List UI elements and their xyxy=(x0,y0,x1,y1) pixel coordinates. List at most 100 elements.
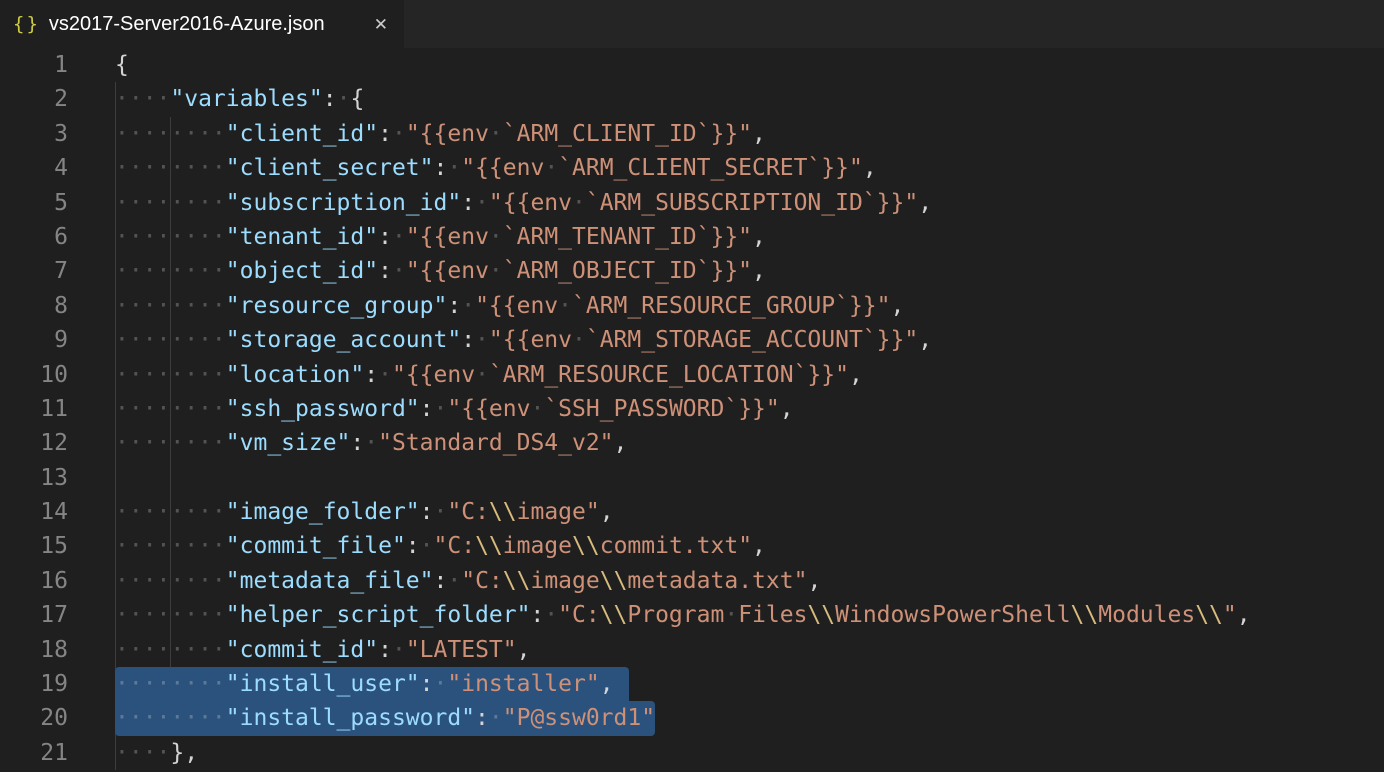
code-line[interactable]: 1{ xyxy=(0,48,1384,82)
token: , xyxy=(600,499,614,525)
code-line[interactable]: 11········"ssh_password":·"{{env·`SSH_PA… xyxy=(0,392,1384,426)
code-line[interactable]: 16········"metadata_file":·"C:\\image\\m… xyxy=(0,564,1384,598)
whitespace-dots: ········ xyxy=(115,190,226,216)
code-line[interactable]: 19 ········"install_user":·"installer", xyxy=(0,667,1384,701)
code-line[interactable]: 8 ········"resource_group":·"{{env·`ARM_R… xyxy=(0,289,1384,323)
whitespace-dots: · xyxy=(447,568,461,594)
line-number[interactable]: 6 xyxy=(0,220,68,254)
token: , xyxy=(807,568,821,594)
token: \\ xyxy=(489,499,517,525)
code-line[interactable]: 6········"tenant_id":·"{{env·`ARM_TENANT… xyxy=(0,220,1384,254)
code-line[interactable]: 13 xyxy=(0,461,1384,495)
token: "installer" xyxy=(447,671,599,697)
code-content: ········"commit_file":·"C:\\image\\commi… xyxy=(115,529,1384,563)
whitespace-dots: · xyxy=(530,396,544,422)
whitespace-dots: · xyxy=(392,258,406,284)
line-number[interactable]: 2 xyxy=(0,82,68,116)
token: : xyxy=(323,86,337,112)
token: " xyxy=(1223,602,1237,628)
token: "{{env xyxy=(489,190,572,216)
code-line[interactable]: 7 ········"object_id":·"{{env·`ARM_OBJECT… xyxy=(0,254,1384,288)
line-number[interactable]: 5 xyxy=(0,186,68,220)
whitespace-dots: ········ xyxy=(115,705,226,731)
code-line[interactable]: 2 ····"variables":·{ xyxy=(0,82,1384,116)
line-number[interactable]: 1 xyxy=(0,48,68,82)
line-number[interactable]: 4 xyxy=(0,151,68,185)
token: `ARM_OBJECT_ID`}}" xyxy=(503,258,752,284)
line-number[interactable]: 10 xyxy=(0,358,68,392)
line-number[interactable]: 19 xyxy=(0,667,68,701)
close-icon[interactable]: ✕ xyxy=(372,14,390,35)
code-content: ········"install_user":·"installer", xyxy=(115,667,1384,701)
token: "C: xyxy=(447,499,489,525)
code-line[interactable]: 15 ········"commit_file":·"C:\\image\\com… xyxy=(0,529,1384,563)
whitespace-dots: · xyxy=(475,327,489,353)
code-line[interactable]: 3········"client_id":·"{{env·`ARM_CLIENT… xyxy=(0,117,1384,151)
code-content: ········"object_id":·"{{env·`ARM_OBJECT_… xyxy=(115,254,1384,288)
code-line[interactable]: 9········"storage_account":·"{{env·`ARM_… xyxy=(0,323,1384,357)
whitespace-dots: ········ xyxy=(115,224,226,250)
token: , xyxy=(752,224,766,250)
code-content: ····"variables":·{ xyxy=(115,82,1384,116)
code-content: ········"resource_group":·"{{env·`ARM_RE… xyxy=(115,289,1384,323)
whitespace-dots: · xyxy=(392,637,406,663)
token: "{{env xyxy=(461,155,544,181)
token: `ARM_CLIENT_ID`}}" xyxy=(503,121,752,147)
token: : xyxy=(461,327,475,353)
code-content: ········"helper_script_folder":·"C:\\Pro… xyxy=(115,598,1384,632)
line-number[interactable]: 13 xyxy=(0,461,68,495)
token: \\ xyxy=(600,602,628,628)
code-line[interactable]: 5········"subscription_id":·"{{env·`ARM_… xyxy=(0,186,1384,220)
line-number[interactable]: 7 xyxy=(0,254,68,288)
code-content: ········"commit_id":·"LATEST", xyxy=(115,633,1384,667)
line-number[interactable]: 15 xyxy=(0,529,68,563)
line-number[interactable]: 18 xyxy=(0,633,68,667)
token: : xyxy=(434,155,448,181)
token: "metadata_file" xyxy=(226,568,434,594)
whitespace-dots: ········ xyxy=(115,602,226,628)
line-number[interactable]: 17 xyxy=(0,598,68,632)
code-line[interactable]: 20········"install_password":·"P@ssw0rd1… xyxy=(0,701,1384,735)
line-number[interactable]: 16 xyxy=(0,564,68,598)
whitespace-dots: · xyxy=(544,602,558,628)
token: , xyxy=(918,190,932,216)
token: "vm_size" xyxy=(226,430,351,456)
tab-vs2017-server2016-azure[interactable]: {} vs2017-Server2016-Azure.json ✕ xyxy=(0,0,404,48)
line-number[interactable]: 9 xyxy=(0,323,68,357)
line-number[interactable]: 8 xyxy=(0,289,68,323)
token: `ARM_CLIENT_SECRET`}}" xyxy=(558,155,863,181)
token: "ssh_password" xyxy=(226,396,420,422)
whitespace-dots: ········ xyxy=(115,499,226,525)
token: "subscription_id" xyxy=(226,190,461,216)
token: "{{env xyxy=(406,224,489,250)
whitespace-dots: ········ xyxy=(115,293,226,319)
token: "storage_account" xyxy=(226,327,461,353)
whitespace-dots: · xyxy=(489,705,503,731)
code-line[interactable]: 12········"vm_size":·"Standard_DS4_v2", xyxy=(0,426,1384,460)
code-line[interactable]: 4········"client_secret":·"{{env·`ARM_CL… xyxy=(0,151,1384,185)
token: : xyxy=(447,293,461,319)
line-number[interactable]: 3 xyxy=(0,117,68,151)
code-line[interactable]: 17········"helper_script_folder":·"C:\\P… xyxy=(0,598,1384,632)
line-number[interactable]: 20 xyxy=(0,701,68,735)
token: \\ xyxy=(503,568,531,594)
editor[interactable]: 1{2····"variables":·{3········"client_id… xyxy=(0,48,1384,772)
whitespace-dots: ········ xyxy=(115,258,226,284)
line-number[interactable]: 12 xyxy=(0,426,68,460)
code-line[interactable]: 10········"location":·"{{env·`ARM_RESOUR… xyxy=(0,358,1384,392)
line-number[interactable]: 11 xyxy=(0,392,68,426)
whitespace-dots: ···· xyxy=(115,86,170,112)
code-line[interactable]: 18 ········"commit_id":·"LATEST", xyxy=(0,633,1384,667)
token: "{{env xyxy=(489,327,572,353)
line-number[interactable]: 21 xyxy=(0,736,68,770)
token: "commit_file" xyxy=(226,533,406,559)
whitespace-dots: ········ xyxy=(115,671,226,697)
line-number[interactable]: 14 xyxy=(0,495,68,529)
token: : xyxy=(434,568,448,594)
code-line[interactable]: 21····}, xyxy=(0,736,1384,770)
whitespace-dots: ········ xyxy=(115,430,226,456)
whitespace-dots: · xyxy=(489,121,503,147)
code-line[interactable]: 14········"image_folder":·"C:\\image", xyxy=(0,495,1384,529)
token: "client_secret" xyxy=(226,155,434,181)
token: "C: xyxy=(461,568,503,594)
